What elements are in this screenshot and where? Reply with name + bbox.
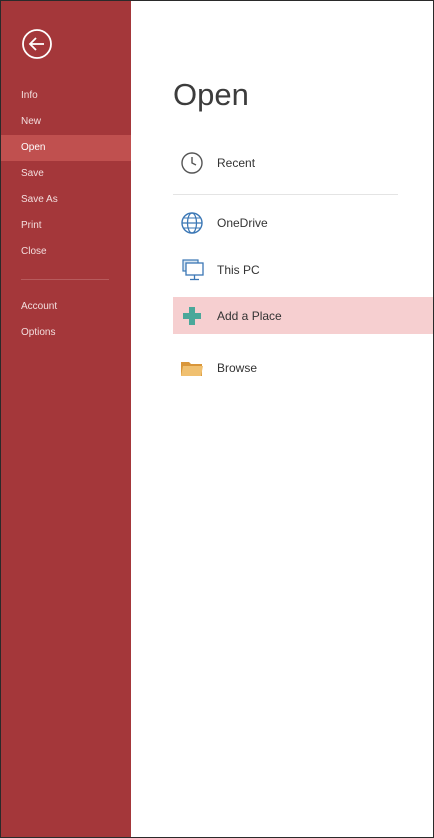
globe-icon <box>179 210 205 236</box>
place-this-pc[interactable]: This PC <box>173 251 433 288</box>
place-label: Add a Place <box>217 308 282 323</box>
nav-item-new[interactable]: New <box>1 109 131 135</box>
place-add-a-place[interactable]: Add a Place <box>173 297 433 334</box>
place-label: Browse <box>217 360 258 375</box>
computer-icon <box>179 257 205 283</box>
place-onedrive[interactable]: OneDrive <box>173 204 433 241</box>
nav-item-open[interactable]: Open <box>1 135 131 161</box>
back-arrow-icon <box>22 29 52 59</box>
place-label: OneDrive <box>217 215 268 230</box>
nav-item-options[interactable]: Options <box>1 320 131 346</box>
open-pane: Open Recent OneDrive This PC Add a Place… <box>132 1 433 837</box>
nav-item-save-as[interactable]: Save As <box>1 187 131 213</box>
back-button[interactable] <box>21 28 53 60</box>
backstage-sidebar: Info New Open Save Save As Print Close A… <box>1 1 131 837</box>
nav-item-close[interactable]: Close <box>1 239 131 265</box>
section-divider <box>173 194 398 195</box>
backstage-nav: Info New Open Save Save As Print Close A… <box>1 83 131 346</box>
place-browse[interactable]: Browse <box>173 349 433 386</box>
clock-icon <box>179 150 205 176</box>
nav-item-account[interactable]: Account <box>1 294 131 320</box>
page-title: Open <box>173 77 249 112</box>
backstage-window: Info New Open Save Save As Print Close A… <box>0 0 434 838</box>
place-label: This PC <box>217 262 260 277</box>
nav-item-info[interactable]: Info <box>1 83 131 109</box>
nav-item-print[interactable]: Print <box>1 213 131 239</box>
plus-icon <box>179 303 205 329</box>
folder-icon <box>179 355 205 381</box>
nav-item-save[interactable]: Save <box>1 161 131 187</box>
recent-label: Recent <box>217 155 256 170</box>
nav-divider <box>21 279 109 280</box>
recent-item[interactable]: Recent <box>173 144 433 181</box>
